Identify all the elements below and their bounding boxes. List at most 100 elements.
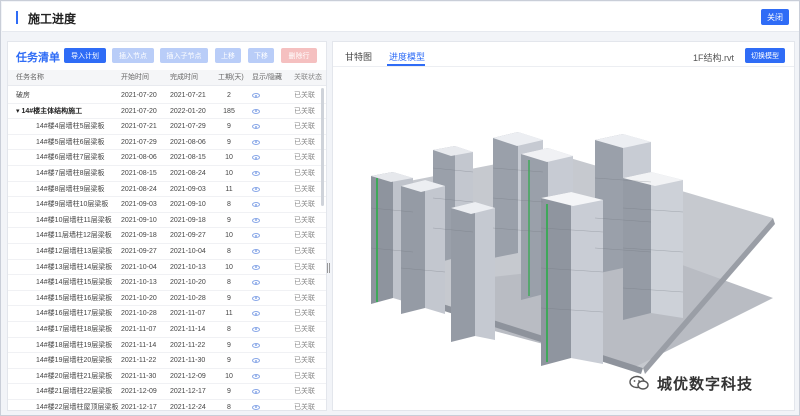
task-name: 14#楼21层墙柱22层梁板 bbox=[36, 388, 113, 396]
eye-icon[interactable] bbox=[252, 295, 260, 301]
task-days: 2 bbox=[227, 92, 231, 99]
visibility-toggle[interactable] bbox=[252, 353, 260, 368]
table-row[interactable]: 14#楼12层墙柱13层梁板 2021-09-27 2021-10-04 8 已关联 bbox=[8, 244, 326, 260]
eye-icon[interactable] bbox=[252, 186, 260, 192]
eye-icon[interactable] bbox=[252, 233, 260, 239]
task-days: 185 bbox=[223, 107, 235, 115]
task-status: 已关联 bbox=[294, 372, 315, 380]
bim-3d-viewer[interactable] bbox=[333, 68, 795, 411]
move-up-button[interactable]: 上移 bbox=[215, 48, 241, 63]
insert-node-button[interactable]: 插入节点 bbox=[112, 48, 154, 63]
task-days: 10 bbox=[225, 372, 233, 380]
eye-icon[interactable] bbox=[252, 139, 260, 145]
table-row[interactable]: 14#楼7层墙柱8层梁板 2021-08-15 2021-08-24 10 已关联 bbox=[8, 166, 326, 182]
visibility-toggle[interactable] bbox=[252, 338, 260, 353]
eye-icon[interactable] bbox=[252, 264, 260, 270]
visibility-toggle[interactable] bbox=[252, 291, 260, 306]
task-days: 8 bbox=[227, 279, 231, 287]
task-end: 2021-12-17 bbox=[170, 388, 206, 396]
table-row[interactable]: 14#楼15层墙柱16层梁板 2021-10-20 2021-10-28 9 已关联 bbox=[8, 291, 326, 307]
task-start: 2021-09-03 bbox=[121, 201, 157, 209]
visibility-toggle[interactable] bbox=[252, 306, 260, 321]
eye-icon[interactable] bbox=[252, 155, 260, 161]
visibility-toggle[interactable] bbox=[252, 135, 260, 150]
visibility-toggle[interactable] bbox=[252, 228, 260, 243]
table-row[interactable]: 14#楼6层墙柱7层梁板 2021-08-06 2021-08-15 10 已关联 bbox=[8, 150, 326, 166]
eye-icon[interactable] bbox=[252, 342, 260, 348]
app-window: 施工进度 关闭 任务清单 导入计划 插入节点 插入子节点 上移 下移 删除行 任… bbox=[0, 0, 800, 416]
eye-icon[interactable] bbox=[252, 202, 260, 208]
table-row[interactable]: 14#楼8层墙柱9层梁板 2021-08-24 2021-09-03 11 已关联 bbox=[8, 182, 326, 198]
visibility-toggle[interactable] bbox=[252, 88, 260, 103]
insert-child-node-button[interactable]: 插入子节点 bbox=[160, 48, 208, 63]
eye-icon[interactable] bbox=[252, 280, 260, 286]
panel-resize-handle[interactable] bbox=[327, 263, 330, 273]
tab-gantt[interactable]: 甘特图 bbox=[345, 50, 372, 63]
table-row[interactable]: 14#楼19层墙柱20层梁板 2021-11-22 2021-11-30 9 已关联 bbox=[8, 353, 326, 369]
table-row[interactable]: 14#楼20层墙柱21层梁板 2021-11-30 2021-12-09 10 已关联 bbox=[8, 369, 326, 385]
move-down-button[interactable]: 下移 bbox=[248, 48, 274, 63]
table-row[interactable]: ▾ 14#楼主体结构施工 2021-07-20 2022-01-20 185 已关联 bbox=[8, 104, 326, 120]
visibility-toggle[interactable] bbox=[252, 244, 260, 259]
page-header: 施工进度 关闭 bbox=[2, 2, 799, 32]
table-row[interactable]: 14#楼10层墙柱11层梁板 2021-09-10 2021-09-18 9 已关联 bbox=[8, 213, 326, 229]
task-days: 9 bbox=[227, 341, 231, 349]
import-plan-button[interactable]: 导入计划 bbox=[64, 48, 106, 63]
visibility-toggle[interactable] bbox=[252, 182, 260, 197]
visibility-toggle[interactable] bbox=[252, 260, 260, 275]
switch-model-button[interactable]: 切换模型 bbox=[745, 48, 785, 63]
task-status: 已关联 bbox=[294, 169, 315, 177]
table-row[interactable]: 14#楼16层墙柱17层梁板 2021-10-28 2021-11-07 11 已关联 bbox=[8, 306, 326, 322]
visibility-toggle[interactable] bbox=[252, 322, 260, 337]
table-row[interactable]: 14#楼9层墙柱10层梁板 2021-09-03 2021-09-10 8 已关联 bbox=[8, 197, 326, 213]
visibility-toggle[interactable] bbox=[252, 197, 260, 212]
task-status: 已关联 bbox=[294, 107, 315, 115]
task-days: 9 bbox=[227, 294, 231, 302]
table-row[interactable]: 破房 2021-07-20 2021-07-21 2 已关联 bbox=[8, 88, 326, 104]
task-status: 已关联 bbox=[294, 232, 315, 240]
table-row[interactable]: 14#楼18层墙柱19层梁板 2021-11-14 2021-11-22 9 已关联 bbox=[8, 338, 326, 354]
eye-icon[interactable] bbox=[252, 389, 260, 395]
visibility-toggle[interactable] bbox=[252, 213, 260, 228]
visibility-toggle[interactable] bbox=[252, 275, 260, 290]
visibility-toggle[interactable] bbox=[252, 166, 260, 181]
visibility-toggle[interactable] bbox=[252, 150, 260, 165]
visibility-toggle[interactable] bbox=[252, 104, 260, 119]
eye-icon[interactable] bbox=[252, 373, 260, 379]
table-row[interactable]: 14#楼14层墙柱15层梁板 2021-10-13 2021-10-20 8 已关联 bbox=[8, 275, 326, 291]
eye-icon[interactable] bbox=[252, 108, 260, 114]
task-table-scrollbar[interactable] bbox=[321, 88, 324, 206]
eye-icon[interactable] bbox=[252, 358, 260, 364]
eye-icon[interactable] bbox=[252, 124, 260, 130]
table-row[interactable]: 14#楼22层墙柱屋顶层梁板 2021-12-17 2021-12-24 8 已关联 bbox=[8, 400, 326, 410]
eye-icon[interactable] bbox=[252, 93, 260, 98]
table-row[interactable]: 14#楼13层墙柱14层梁板 2021-10-04 2021-10-13 10 已关联 bbox=[8, 260, 326, 276]
eye-icon[interactable] bbox=[252, 404, 260, 410]
visibility-toggle[interactable] bbox=[252, 400, 260, 410]
table-row[interactable]: 14#楼11层墙柱12层梁板 2021-09-18 2021-09-27 10 已关联 bbox=[8, 228, 326, 244]
visibility-toggle[interactable] bbox=[252, 369, 260, 384]
task-start: 2021-09-10 bbox=[121, 216, 157, 224]
delete-row-button[interactable]: 删除行 bbox=[281, 48, 317, 63]
task-start: 2021-11-22 bbox=[121, 357, 157, 365]
task-name: 14#楼15层墙柱16层梁板 bbox=[36, 294, 113, 302]
eye-icon[interactable] bbox=[252, 217, 260, 223]
watermark: 城优数字科技 bbox=[629, 371, 753, 395]
tab-progress-model[interactable]: 进度模型 bbox=[389, 50, 425, 63]
table-row[interactable]: 14#楼21层墙柱22层梁板 2021-12-09 2021-12-17 9 已关联 bbox=[8, 384, 326, 400]
task-start: 2021-11-07 bbox=[121, 325, 157, 333]
task-start: 2021-08-24 bbox=[121, 185, 157, 193]
task-name: 14#楼18层墙柱19层梁板 bbox=[36, 341, 113, 349]
visibility-toggle[interactable] bbox=[252, 119, 260, 134]
table-row[interactable]: 14#楼4层墙柱5层梁板 2021-07-21 2021-07-29 9 已关联 bbox=[8, 119, 326, 135]
table-row[interactable]: 14#楼17层墙柱18层梁板 2021-11-07 2021-11-14 8 已关联 bbox=[8, 322, 326, 338]
eye-icon[interactable] bbox=[252, 311, 260, 317]
eye-icon[interactable] bbox=[252, 248, 260, 254]
close-button[interactable]: 关闭 bbox=[761, 9, 789, 25]
table-row[interactable]: 14#楼5层墙柱6层梁板 2021-07-29 2021-08-06 9 已关联 bbox=[8, 135, 326, 151]
eye-icon[interactable] bbox=[252, 170, 260, 176]
eye-icon[interactable] bbox=[252, 326, 260, 332]
task-list-panel: 任务清单 导入计划 插入节点 插入子节点 上移 下移 删除行 任务名称 开始时间… bbox=[7, 41, 327, 411]
visibility-toggle[interactable] bbox=[252, 384, 260, 399]
task-end: 2021-10-13 bbox=[170, 263, 206, 271]
